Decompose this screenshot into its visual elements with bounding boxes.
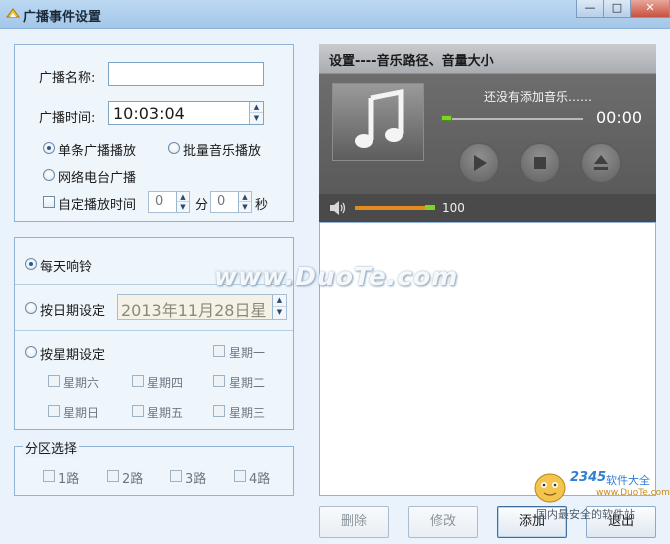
app-icon: [6, 8, 20, 18]
mascot-icon: [534, 473, 566, 503]
zone-label-3: 3路: [185, 472, 207, 487]
date-picker[interactable]: 2013年11月28日星 ▲ ▼: [117, 294, 287, 320]
player-title: 设置----音乐路径、音量大小: [329, 54, 494, 69]
play-icon: [474, 155, 487, 171]
brand-slogan: 国内最安全的软件站: [536, 508, 635, 521]
weekday-checkbox-fri[interactable]: [132, 405, 144, 417]
seconds-unit: 秒: [255, 198, 269, 213]
brand-logo-watermark: 2345 软件大全 www.DuoTe.com 国内最安全的软件站: [530, 468, 670, 538]
zone-legend: 分区选择: [23, 438, 80, 457]
date-value: 2013年11月28日星: [121, 301, 267, 320]
weekday-label-sat: 星期六: [63, 376, 100, 390]
site-watermark: www.DuoTe.com: [214, 262, 459, 291]
weekday-checkbox-tue[interactable]: [213, 375, 225, 387]
zone-label-4: 4路: [249, 472, 271, 487]
broadcast-time-value: 10:03:04: [113, 104, 185, 123]
weekday-label-sun: 星期日: [63, 406, 100, 420]
chevron-up-icon[interactable]: ▲: [239, 192, 251, 202]
eject-icon: [594, 155, 608, 170]
time-spin-buttons[interactable]: ▲ ▼: [249, 102, 263, 124]
chevron-down-icon[interactable]: ▼: [177, 202, 189, 212]
volume-knob[interactable]: [425, 205, 435, 210]
weekday-checkbox-wed[interactable]: [213, 405, 225, 417]
close-button[interactable]: ✕: [630, 0, 670, 18]
zone-label-2: 2路: [122, 472, 144, 487]
weekday-checkbox-sun[interactable]: [48, 405, 60, 417]
mode-single-label[interactable]: 单条广播播放: [58, 140, 136, 159]
maximize-button[interactable]: □: [603, 0, 631, 18]
weekday-label-thu: 星期四: [147, 376, 184, 390]
chevron-down-icon[interactable]: ▼: [250, 113, 263, 124]
by-date-label[interactable]: 按日期设定: [40, 300, 105, 319]
eject-button[interactable]: [580, 142, 622, 184]
mode-single-radio[interactable]: [43, 142, 55, 154]
custom-time-checkbox[interactable]: [43, 196, 55, 208]
time-display: 00:00: [596, 108, 643, 127]
progress-knob[interactable]: [441, 115, 452, 121]
stop-icon: [534, 157, 546, 169]
volume-value: 100: [442, 201, 465, 215]
weekday-label-wed: 星期三: [229, 406, 266, 420]
chevron-down-icon[interactable]: ▼: [273, 307, 286, 319]
brand-number: 2345: [570, 470, 607, 485]
player-header: 设置----音乐路径、音量大小: [319, 44, 656, 74]
speaker-icon[interactable]: [329, 200, 347, 216]
weekday-checkbox-thu[interactable]: [132, 375, 144, 387]
progress-track[interactable]: [441, 118, 583, 120]
zone-checkbox-1[interactable]: [43, 470, 55, 482]
seconds-spinner[interactable]: 0 ▲ ▼: [210, 191, 252, 213]
volume-slider[interactable]: [355, 206, 435, 210]
minutes-unit: 分: [195, 198, 209, 213]
brand-site: www.DuoTe.com: [596, 488, 670, 498]
zone-checkbox-2[interactable]: [107, 470, 119, 482]
edit-button[interactable]: 修改: [408, 506, 478, 538]
by-date-radio[interactable]: [25, 302, 37, 314]
mode-batch-label[interactable]: 批量音乐播放: [183, 140, 261, 159]
zone-label-1: 1路: [58, 472, 80, 487]
minutes-spinner[interactable]: 0 ▲ ▼: [148, 191, 190, 213]
mode-radio-station-label[interactable]: 网络电台广播: [58, 167, 136, 186]
daily-label[interactable]: 每天响铃: [40, 256, 92, 275]
weekday-label-fri: 星期五: [147, 406, 184, 420]
media-player: 设置----音乐路径、音量大小 还没有添加音乐…… 00:00 100: [319, 44, 656, 222]
broadcast-settings-panel: 广播名称: 广播时间: 10:03:04 ▲ ▼ 单条广播播放 批量音乐播放 网…: [14, 44, 294, 222]
zone-panel: 分区选择 1路 2路 3路 4路: [14, 438, 294, 496]
minutes-value: 0: [155, 194, 164, 209]
weekday-checkbox-sat[interactable]: [48, 375, 60, 387]
minutes-spin-buttons[interactable]: ▲ ▼: [176, 192, 189, 212]
seconds-spin-buttons[interactable]: ▲ ▼: [238, 192, 251, 212]
custom-time-label[interactable]: 自定播放时间: [58, 194, 136, 213]
chevron-down-icon[interactable]: ▼: [239, 202, 251, 212]
mode-radio-station-radio[interactable]: [43, 169, 55, 181]
chevron-up-icon[interactable]: ▲: [177, 192, 189, 202]
stop-button[interactable]: [519, 142, 561, 184]
zone-checkbox-3[interactable]: [170, 470, 182, 482]
broadcast-time-label: 广播时间:: [39, 111, 96, 126]
chevron-up-icon[interactable]: ▲: [250, 102, 263, 113]
music-note-icon: [355, 88, 404, 148]
broadcast-name-label: 广播名称:: [39, 71, 96, 86]
daily-radio[interactable]: [25, 258, 37, 270]
chevron-up-icon[interactable]: ▲: [273, 295, 286, 307]
mode-batch-radio[interactable]: [168, 142, 180, 154]
album-cover: [332, 83, 424, 161]
zone-checkbox-4[interactable]: [234, 470, 246, 482]
window-title: 广播事件设置: [23, 10, 102, 25]
date-spin-buttons[interactable]: ▲ ▼: [272, 295, 286, 319]
brand-name: 软件大全: [606, 474, 650, 487]
weekday-label-mon: 星期一: [229, 346, 266, 360]
divider: [15, 330, 293, 331]
by-week-label[interactable]: 按星期设定: [40, 344, 105, 363]
broadcast-name-input[interactable]: [108, 62, 264, 86]
seconds-value: 0: [217, 194, 226, 209]
weekday-label-tue: 星期二: [229, 376, 266, 390]
broadcast-time-picker[interactable]: 10:03:04 ▲ ▼: [108, 101, 264, 125]
weekday-checkbox-mon[interactable]: [213, 345, 225, 357]
title-bar: 广播事件设置 — □ ✕: [0, 0, 670, 29]
player-status: 还没有添加音乐……: [484, 90, 593, 104]
delete-button[interactable]: 删除: [319, 506, 389, 538]
play-button[interactable]: [458, 142, 500, 184]
by-week-radio[interactable]: [25, 346, 37, 358]
minimize-button[interactable]: —: [576, 0, 604, 18]
